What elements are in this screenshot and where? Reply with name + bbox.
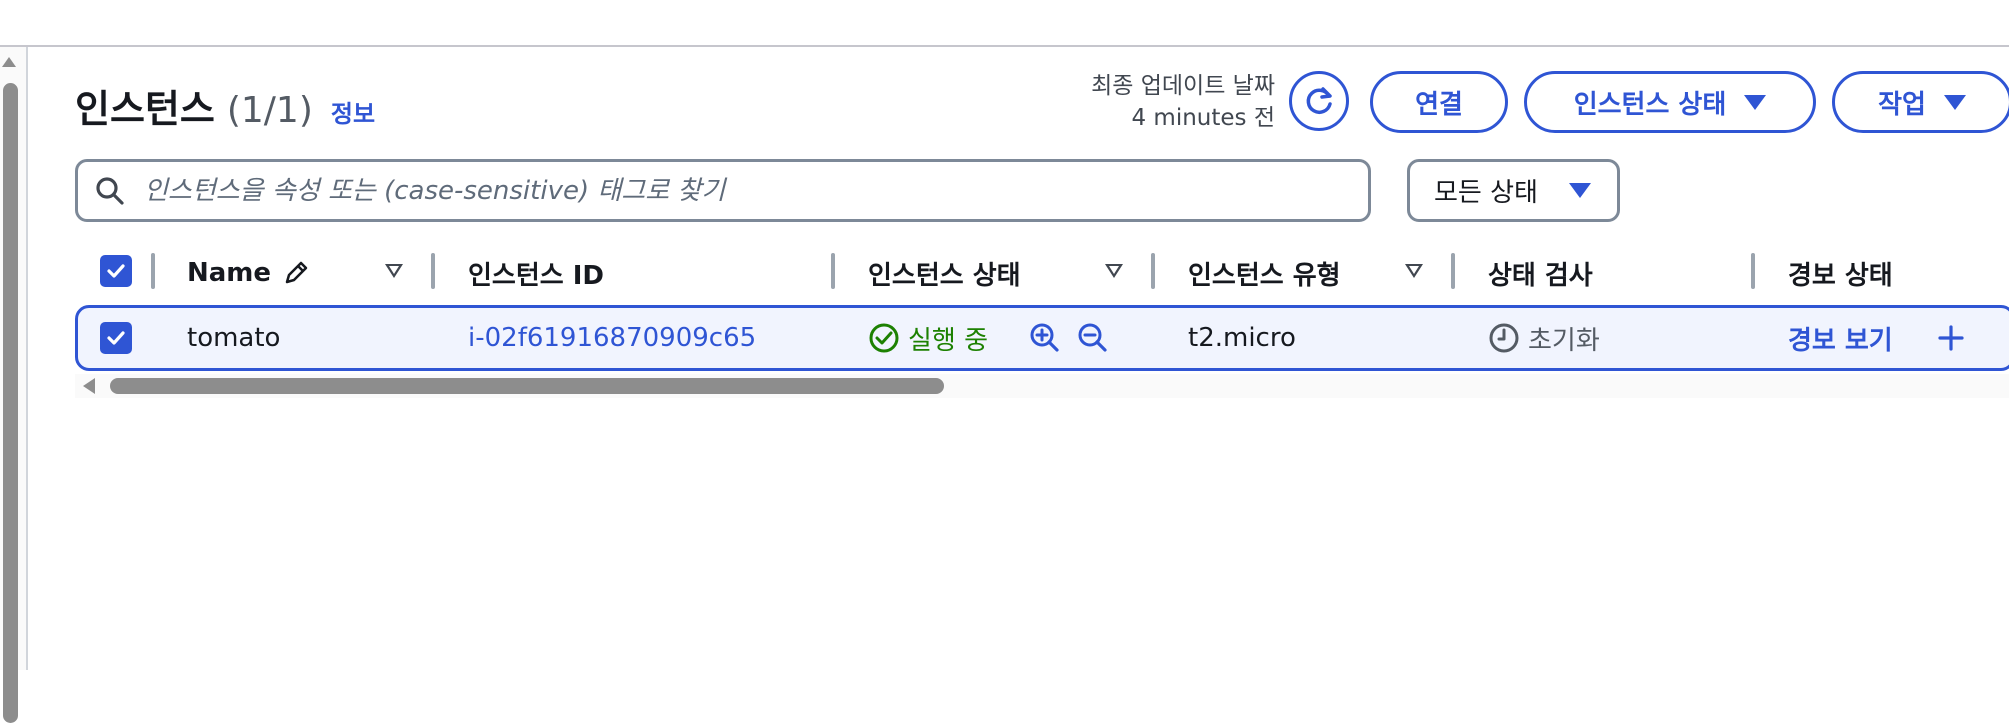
zoom-in-icon[interactable] <box>1028 321 1062 355</box>
caret-down-icon <box>1744 94 1767 110</box>
refresh-button[interactable] <box>1289 71 1349 131</box>
scroll-up-arrow-icon[interactable] <box>2 57 16 67</box>
instance-type-value: t2.micro <box>1188 323 1296 353</box>
instance-name: tomato <box>187 323 281 353</box>
vertical-scroll-thumb[interactable] <box>3 83 18 723</box>
caret-down-icon <box>1943 94 1966 110</box>
plus-icon[interactable] <box>1937 324 1965 352</box>
instance-count: (1/1) <box>226 90 313 131</box>
horizontal-scroll-thumb[interactable] <box>110 378 944 394</box>
column-divider[interactable] <box>1151 253 1155 289</box>
column-header-instance-state-label: 인스턴스 상태 <box>868 260 1021 291</box>
instance-state-value: 실행 중 <box>908 325 989 356</box>
horizontal-scrollbar[interactable] <box>75 374 2009 398</box>
search-icon <box>78 175 142 207</box>
column-header-name[interactable]: Name <box>187 245 311 301</box>
instance-id-link[interactable]: i-02f61916870909c65 <box>468 323 756 353</box>
vertical-scrollbar[interactable] <box>0 47 28 723</box>
cell-status-check: 초기화 <box>1488 308 1600 368</box>
cell-name: tomato <box>187 308 280 368</box>
cell-instance-id[interactable]: i-02f61916870909c65 <box>468 308 756 368</box>
page-title: 인스턴스 <box>75 87 215 131</box>
column-divider[interactable] <box>831 253 835 289</box>
column-header-status-check[interactable]: 상태 검사 <box>1488 245 1593 301</box>
pencil-icon <box>285 261 308 284</box>
column-divider[interactable] <box>1451 253 1455 289</box>
page-header: 인스턴스 (1/1) 정보 <box>75 78 375 131</box>
info-link[interactable]: 정보 <box>331 94 375 129</box>
column-divider[interactable] <box>151 253 155 289</box>
checkbox-checked-icon <box>107 264 125 278</box>
column-header-instance-state[interactable]: 인스턴스 상태 <box>868 245 1021 301</box>
cell-instance-state: 실행 중 <box>868 308 1110 368</box>
row-checkbox[interactable] <box>100 322 132 354</box>
actions-dropdown[interactable]: 작업 <box>1832 71 2009 133</box>
caret-down-icon <box>1569 183 1591 198</box>
zoom-out-icon[interactable] <box>1076 321 1110 355</box>
column-header-instance-id-label: 인스턴스 ID <box>468 260 604 291</box>
table-row[interactable]: tomato i-02f61916870909c65 실행 중 t2.micro… <box>75 305 2009 371</box>
sort-caret-icon[interactable] <box>385 264 403 278</box>
cell-alarm-status: 경보 보기 <box>1788 308 1965 368</box>
sort-caret-icon[interactable] <box>1405 264 1423 278</box>
column-header-status-check-label: 상태 검사 <box>1488 260 1593 291</box>
checkbox-checked-icon <box>107 331 125 345</box>
column-header-alarm-status[interactable]: 경보 상태 <box>1788 245 1893 301</box>
select-all-checkbox[interactable] <box>100 255 132 287</box>
column-divider[interactable] <box>1751 253 1755 289</box>
clock-icon <box>1489 323 1519 353</box>
status-check-value: 초기화 <box>1528 325 1600 356</box>
column-header-name-label: Name <box>187 258 272 288</box>
table-header: Name 인스턴스 ID 인스턴스 상태 인스턴스 유형 상태 검사 경보 상태 <box>75 245 2009 301</box>
column-header-alarm-status-label: 경보 상태 <box>1788 260 1893 291</box>
cell-instance-type: t2.micro <box>1188 308 1296 368</box>
column-header-instance-type[interactable]: 인스턴스 유형 <box>1188 245 1341 301</box>
connect-button[interactable]: 연결 <box>1370 71 1508 133</box>
status-filter-select[interactable]: 모든 상태 <box>1407 159 1620 222</box>
last-updated-value: 4 minutes 전 <box>1131 105 1275 131</box>
refresh-icon <box>1306 87 1332 114</box>
search-field[interactable] <box>75 159 1371 222</box>
column-header-instance-type-label: 인스턴스 유형 <box>1188 260 1341 291</box>
actions-label: 작업 <box>1878 89 1926 120</box>
last-updated: 최종 업데이트 날짜 4 minutes 전 <box>1091 70 1275 134</box>
search-input[interactable] <box>142 174 1368 207</box>
view-alarms-link[interactable]: 경보 보기 <box>1788 320 1893 357</box>
check-circle-icon <box>869 323 899 353</box>
instances-table: Name 인스턴스 ID 인스턴스 상태 인스턴스 유형 상태 검사 경보 상태 <box>75 245 2009 371</box>
column-header-instance-id[interactable]: 인스턴스 ID <box>468 245 604 301</box>
column-divider[interactable] <box>431 253 435 289</box>
instance-state-dropdown[interactable]: 인스턴스 상태 <box>1524 71 1816 133</box>
status-filter-value: 모든 상태 <box>1434 178 1538 208</box>
last-updated-label: 최종 업데이트 날짜 <box>1091 73 1275 99</box>
top-divider <box>0 45 2009 47</box>
connect-button-label: 연결 <box>1415 89 1463 120</box>
instance-state-label: 인스턴스 상태 <box>1573 89 1727 120</box>
scroll-left-arrow-icon[interactable] <box>83 378 95 394</box>
sort-caret-icon[interactable] <box>1105 264 1123 278</box>
